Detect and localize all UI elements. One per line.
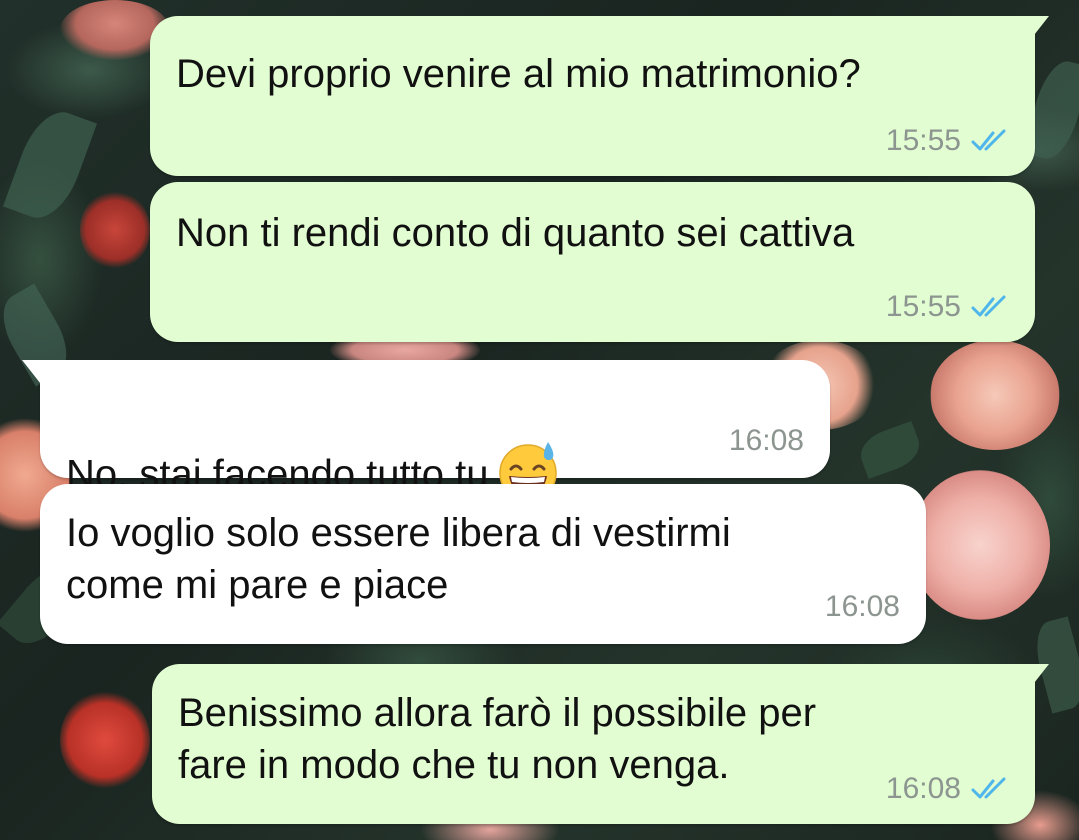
bubble-tail (22, 360, 44, 388)
message-time: 16:08 (824, 590, 900, 623)
double-check-read-icon (971, 777, 1006, 799)
bubble-tail (1027, 664, 1049, 692)
message-bubble-outgoing[interactable]: Benissimo allora farò il possibile per f… (152, 664, 1049, 824)
wallpaper-rose (930, 340, 1060, 450)
wallpaper-leaf (2, 103, 98, 227)
message-meta: 16:08 (729, 424, 804, 458)
message-meta: 15:55 (886, 124, 1013, 158)
double-check-read-icon (971, 295, 1006, 317)
wallpaper-rose (60, 690, 150, 790)
bubble-tail (1027, 16, 1049, 44)
wallpaper-rose (910, 470, 1050, 620)
message-time: 15:55 (885, 290, 961, 323)
wallpaper-rose (80, 190, 150, 270)
message-bubble-outgoing[interactable]: Devi proprio venire al mio matrimonio? 1… (150, 16, 1049, 176)
message-time: 16:08 (885, 772, 961, 805)
message-meta: 16:08 (825, 590, 900, 624)
double-check-read-icon (971, 129, 1006, 151)
message-bubble-outgoing[interactable]: Non ti rendi conto di quanto sei cattiva… (150, 182, 1035, 342)
message-text: Benissimo allora farò il possibile per f… (178, 691, 817, 787)
message-text: Devi proprio venire al mio matrimonio? (176, 52, 861, 96)
message-bubble-incoming[interactable]: Io voglio solo essere libera di vestirmi… (40, 484, 926, 644)
message-text: Io voglio solo essere libera di vestirmi… (66, 511, 731, 607)
wallpaper-leaf (854, 420, 926, 480)
message-bubble-incoming[interactable]: No, stai facendo tutto tu 16:08 (22, 360, 830, 502)
message-text: Non ti rendi conto di quanto sei cattiva (176, 211, 855, 255)
message-meta: 16:08 (886, 772, 1013, 806)
message-time: 16:08 (728, 424, 804, 457)
message-meta: 15:55 (886, 290, 1013, 324)
message-time: 15:55 (885, 124, 961, 157)
